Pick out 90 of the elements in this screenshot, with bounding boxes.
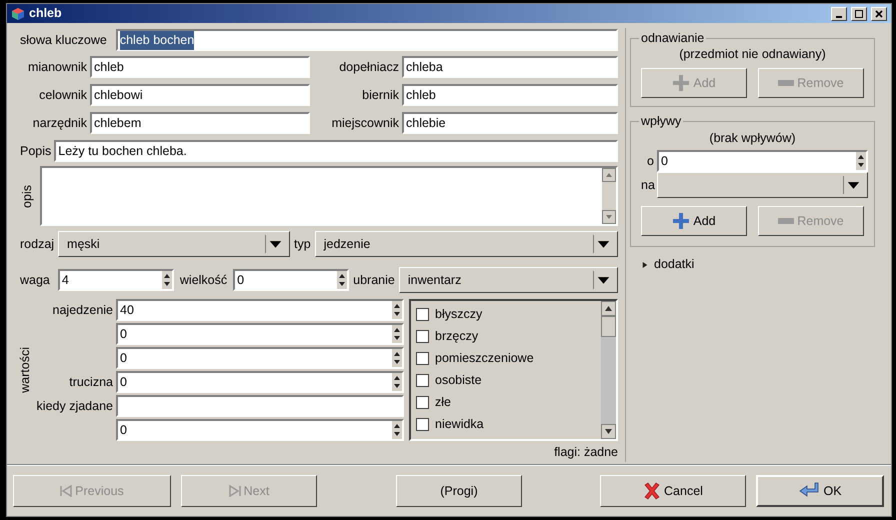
group-title: wpływy [639, 113, 684, 130]
spin-field[interactable]: 0 [116, 347, 404, 370]
expander-arrow-icon [642, 260, 648, 269]
group-label: wartości [16, 347, 33, 394]
minimize-button[interactable] [831, 6, 847, 21]
cube-icon [11, 6, 25, 21]
checkbox[interactable] [416, 352, 429, 365]
field-label: dopełniacz [338, 58, 400, 76]
plus-icon [672, 212, 690, 230]
field-label: trucizna [69, 374, 113, 389]
field-label: narzędnik [32, 114, 88, 132]
text-field[interactable]: chlebowi [90, 84, 310, 106]
progi-button[interactable]: (Progi) [396, 474, 522, 507]
spin-field[interactable]: 0 [657, 150, 868, 172]
field-label: miejscownik [330, 114, 400, 132]
text-field[interactable]: chleb [90, 56, 310, 78]
text-field[interactable] [116, 395, 404, 418]
spin-arrows-icon [337, 271, 348, 290]
dropdown[interactable]: jedzenie [314, 231, 618, 258]
plus-icon [672, 74, 690, 92]
flags-summary: flagi: żadne [554, 444, 618, 462]
status-text: (brak wpływów) [709, 130, 796, 148]
spin-field[interactable]: 40 [116, 299, 404, 322]
checkbox[interactable] [416, 396, 429, 409]
flag-checkbox[interactable]: pomieszczeniowe [416, 347, 601, 370]
spin-field[interactable]: 0 [233, 269, 350, 292]
spin-field[interactable]: 0 [116, 419, 404, 442]
cross-icon [643, 482, 662, 500]
field-label: kiedy zjadane [36, 398, 113, 413]
dropdown[interactable]: męski [58, 231, 290, 258]
field-label: rodzaj [19, 236, 56, 253]
field-label: na [640, 176, 656, 194]
field-label: słowa kluczowe [19, 32, 108, 49]
flag-checkbox[interactable]: niewidka [416, 413, 601, 436]
dropdown[interactable]: inwentarz [398, 267, 618, 294]
field-label: ubranie [352, 272, 396, 289]
text-field[interactable]: chlebie [402, 112, 618, 134]
field-label: opis [18, 184, 35, 208]
field-label: biernik [361, 86, 400, 104]
text-field[interactable]: chleb [402, 84, 618, 106]
minimize-icon [836, 16, 842, 18]
add-button[interactable]: Add [641, 206, 747, 236]
window-title: chleb [29, 5, 63, 22]
checkbox[interactable] [416, 418, 429, 431]
close-icon [875, 10, 883, 18]
minus-icon [778, 80, 794, 86]
spin-field[interactable]: 4 [58, 269, 174, 292]
checkbox[interactable] [416, 308, 429, 321]
ok-button[interactable]: OK [756, 474, 884, 507]
flag-checkbox[interactable]: brzęczy [416, 325, 601, 348]
close-button[interactable] [871, 6, 887, 21]
spin-arrows-icon [392, 373, 402, 392]
minus-icon [778, 218, 794, 224]
spin-arrows-icon [856, 152, 866, 170]
scrollbar[interactable] [602, 168, 616, 224]
spin-field[interactable]: 0 [116, 371, 404, 394]
spin-arrows-icon [392, 301, 402, 320]
field-label: Popis [19, 142, 52, 160]
flags-list[interactable]: błyszczy brzęczy pomieszczeniowe osobiste złe niewidka [409, 299, 618, 442]
spin-arrows-icon [392, 325, 402, 344]
text-field[interactable]: chlebem [90, 112, 310, 134]
maximize-button[interactable] [851, 6, 867, 21]
spin-arrows-icon [392, 421, 402, 440]
spin-arrows-icon [392, 349, 402, 368]
field-label: wielkość [178, 272, 228, 289]
text-field[interactable]: chleba [402, 56, 618, 78]
expander[interactable]: dodatki [630, 255, 875, 274]
spin-arrows-icon [162, 271, 172, 290]
field-label: mianownik [26, 58, 88, 76]
maximize-icon [855, 10, 863, 18]
flag-checkbox[interactable]: złe [416, 391, 601, 414]
status-text: (przedmiot nie odnawiany) [679, 46, 826, 64]
field-label: waga [19, 272, 51, 289]
keywords-field[interactable]: chleb bochen [116, 29, 618, 52]
flag-checkbox[interactable]: osobiste [416, 369, 601, 392]
skip-forward-icon [228, 484, 241, 497]
field-label: typ [293, 236, 312, 253]
scrollbar[interactable] [601, 301, 616, 440]
checkbox[interactable] [416, 374, 429, 387]
flag-checkbox[interactable]: błyszczy [416, 303, 601, 326]
cancel-button[interactable]: Cancel [600, 474, 746, 507]
checkbox[interactable] [416, 330, 429, 343]
field-label: celownik [38, 86, 88, 104]
spin-field[interactable]: 0 [116, 323, 404, 346]
field-label: o [646, 152, 655, 170]
field-label: najedzenie [52, 302, 113, 317]
dropdown[interactable] [657, 172, 868, 198]
skip-back-icon [60, 484, 72, 497]
text-field[interactable]: Leży tu bochen chleba. [54, 140, 618, 162]
text-area[interactable] [40, 166, 618, 226]
